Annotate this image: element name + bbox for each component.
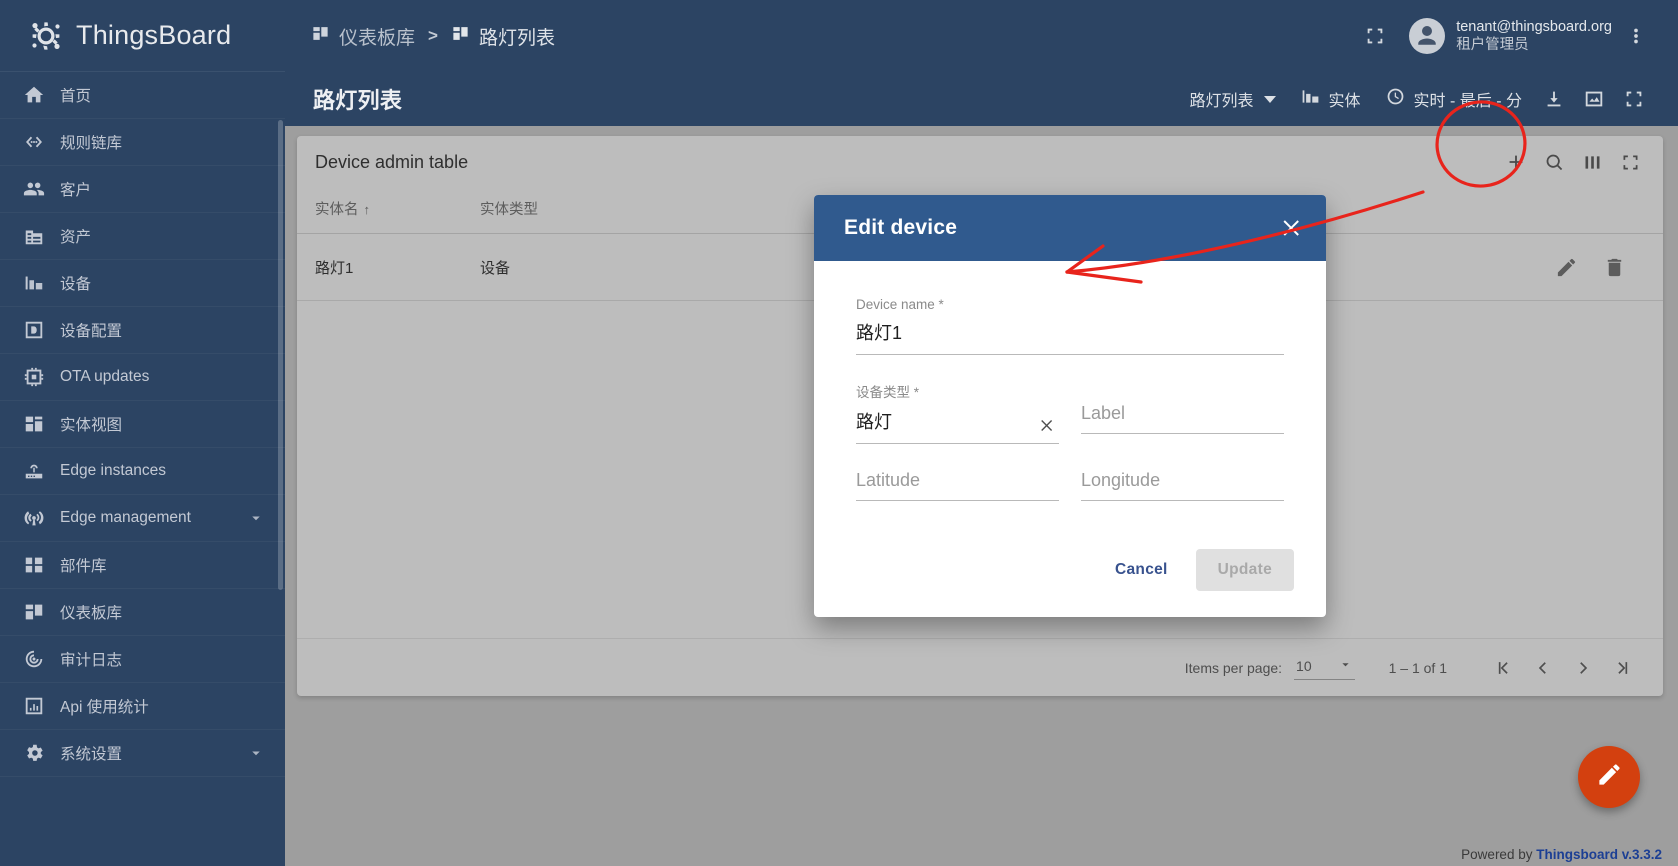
sidebar-item-label: 部件库 bbox=[60, 554, 265, 576]
longitude-field[interactable]: Longitude bbox=[1081, 470, 1284, 501]
sidebar-item-api-usage[interactable]: Api 使用统计 bbox=[0, 683, 285, 730]
sidebar-item-audit-logs[interactable]: 审计日志 bbox=[0, 636, 285, 683]
sidebar-item-home[interactable]: 首页 bbox=[0, 72, 285, 119]
latitude-input[interactable]: Latitude bbox=[856, 470, 1059, 501]
longitude-input[interactable]: Longitude bbox=[1081, 470, 1284, 501]
thingsboard-app: ThingsBoard 首页 规则链库 客户 bbox=[0, 0, 1678, 866]
sidebar-item-devices[interactable]: 设备 bbox=[0, 260, 285, 307]
sidebar-item-assets[interactable]: 资产 bbox=[0, 213, 285, 260]
label-input[interactable]: Label bbox=[1081, 403, 1284, 434]
sidebar-item-label: Api 使用统计 bbox=[60, 695, 265, 717]
device-profile-icon bbox=[22, 318, 46, 342]
sidebar-item-device-profiles[interactable]: 设备配置 bbox=[0, 307, 285, 354]
sidebar-item-label: 首页 bbox=[60, 84, 265, 106]
device-name-field[interactable]: Device name * 路灯1 bbox=[856, 297, 1284, 355]
sidebar-item-label: 实体视图 bbox=[60, 413, 265, 435]
sidebar-scrollbar[interactable] bbox=[278, 120, 283, 590]
edge-instances-icon bbox=[22, 459, 46, 483]
thingsboard-gear-logo-icon bbox=[26, 16, 66, 56]
sidebar-item-label: 客户 bbox=[60, 178, 265, 200]
widget-library-icon bbox=[22, 553, 46, 577]
sidebar-item-label: 规则链库 bbox=[60, 131, 265, 153]
update-button: Update bbox=[1196, 549, 1294, 591]
chevron-down-icon[interactable] bbox=[247, 744, 265, 762]
sidebar-item-customers[interactable]: 客户 bbox=[0, 166, 285, 213]
label-field-label bbox=[1081, 381, 1284, 396]
device-type-label: 设备类型 * bbox=[856, 381, 1059, 401]
sidebar-item-settings[interactable]: 系统设置 bbox=[0, 730, 285, 777]
rule-chain-icon bbox=[22, 130, 46, 154]
dialog-title: Edit device bbox=[844, 216, 957, 240]
customers-icon bbox=[22, 177, 46, 201]
sidebar-item-label: Edge instances bbox=[60, 462, 265, 480]
devices-icon bbox=[22, 271, 46, 295]
latitude-field[interactable]: Latitude bbox=[856, 470, 1059, 501]
cancel-button[interactable]: Cancel bbox=[1097, 549, 1186, 591]
coordinates-row: Latitude Longitude bbox=[856, 470, 1284, 527]
sidebar-item-widget-library[interactable]: 部件库 bbox=[0, 542, 285, 589]
sidebar-item-label: OTA updates bbox=[60, 368, 265, 386]
clear-device-type-icon[interactable] bbox=[1035, 414, 1057, 436]
settings-icon bbox=[22, 741, 46, 765]
sidebar-nav: 首页 规则链库 客户 资产 bbox=[0, 72, 285, 777]
brand-name: ThingsBoard bbox=[76, 20, 231, 51]
sidebar-item-edge-management[interactable]: Edge management bbox=[0, 495, 285, 542]
device-name-input[interactable]: 路灯1 bbox=[856, 319, 1284, 355]
sidebar-item-label: 设备 bbox=[60, 272, 265, 294]
assets-icon bbox=[22, 224, 46, 248]
sidebar-item-edge-instances[interactable]: Edge instances bbox=[0, 448, 285, 495]
edge-management-icon bbox=[22, 506, 46, 530]
brand-header[interactable]: ThingsBoard bbox=[0, 0, 285, 72]
sidebar: ThingsBoard 首页 规则链库 客户 bbox=[0, 0, 285, 866]
home-icon bbox=[22, 83, 46, 107]
device-type-input[interactable]: 路灯 bbox=[856, 408, 1059, 444]
sidebar-item-label: 审计日志 bbox=[60, 648, 265, 670]
dialog-body: Device name * 路灯1 设备类型 * 路灯 Label bbox=[814, 261, 1326, 549]
sidebar-item-entity-views[interactable]: 实体视图 bbox=[0, 401, 285, 448]
type-label-row: 设备类型 * 路灯 Label bbox=[856, 381, 1284, 470]
entity-view-icon bbox=[22, 412, 46, 436]
device-type-field[interactable]: 设备类型 * 路灯 bbox=[856, 381, 1059, 444]
label-field[interactable]: Label bbox=[1081, 381, 1284, 444]
device-name-label: Device name * bbox=[856, 297, 1284, 312]
audit-log-icon bbox=[22, 647, 46, 671]
close-icon[interactable] bbox=[1270, 207, 1312, 249]
sidebar-item-label: 资产 bbox=[60, 225, 265, 247]
sidebar-item-label: 仪表板库 bbox=[60, 601, 265, 623]
main-area: 仪表板库 > 路灯列表 tenant@thingsboa bbox=[285, 0, 1678, 866]
sidebar-item-rule-chains[interactable]: 规则链库 bbox=[0, 119, 285, 166]
ota-updates-icon bbox=[22, 365, 46, 389]
sidebar-item-dashboards[interactable]: 仪表板库 bbox=[0, 589, 285, 636]
edit-device-dialog: Edit device Device name * 路灯1 设备类型 * 路灯 bbox=[814, 195, 1326, 617]
sidebar-item-label: 设备配置 bbox=[60, 319, 265, 341]
sidebar-item-label: Edge management bbox=[60, 509, 233, 527]
sidebar-item-ota-updates[interactable]: OTA updates bbox=[0, 354, 285, 401]
api-usage-icon bbox=[22, 694, 46, 718]
dashboards-icon bbox=[22, 600, 46, 624]
chevron-down-icon[interactable] bbox=[247, 509, 265, 527]
dialog-header: Edit device bbox=[814, 195, 1326, 261]
dialog-actions: Cancel Update bbox=[814, 549, 1326, 617]
sidebar-item-label: 系统设置 bbox=[60, 742, 233, 764]
